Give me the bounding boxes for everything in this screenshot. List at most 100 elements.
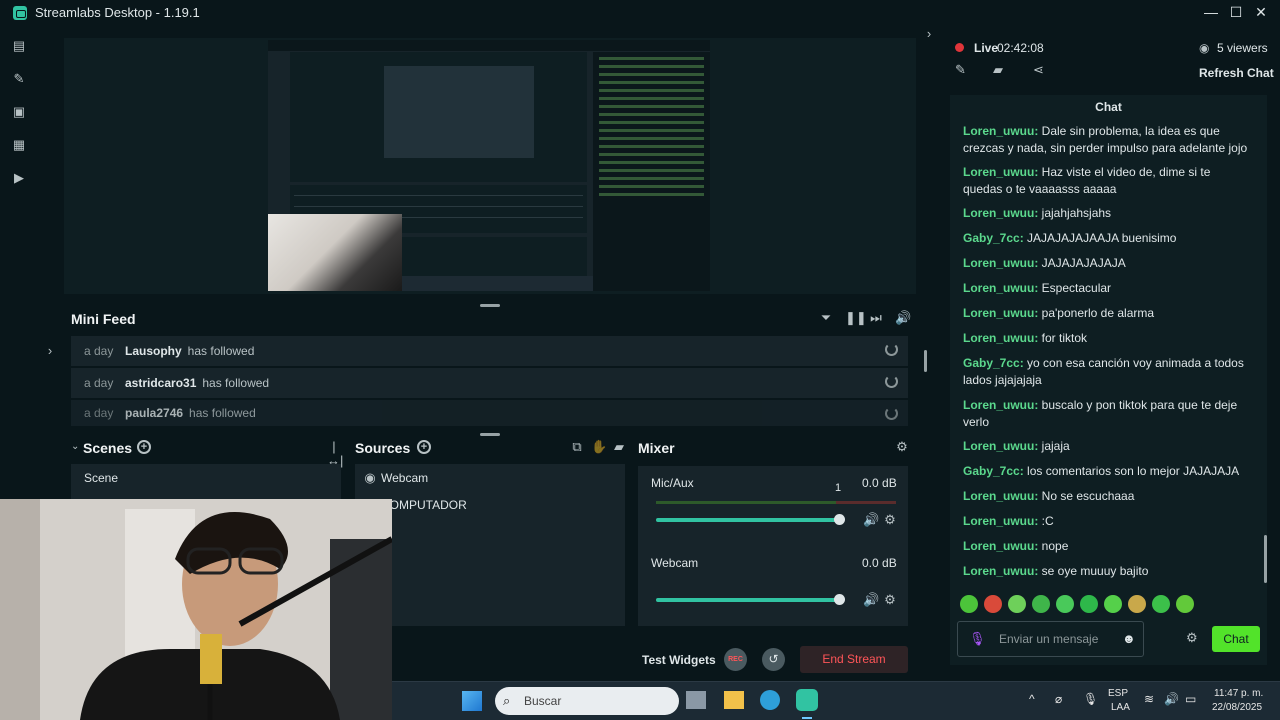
file-explorer-icon[interactable] <box>724 691 744 709</box>
add-scene-icon[interactable]: + <box>137 440 151 454</box>
chat-message: Loren_uwuu: Dale sin problema, la idea e… <box>963 124 1248 155</box>
tray-chevron-icon[interactable]: ^ <box>1029 692 1035 706</box>
mixer-channel-db: 0.0 dB <box>862 556 897 570</box>
language-region[interactable]: LAA <box>1111 702 1130 713</box>
emote-icon[interactable] <box>1128 595 1146 613</box>
chat-input[interactable]: 🎙 Enviar un mensaje ☻ <box>957 621 1144 657</box>
emote-bar <box>960 595 1194 613</box>
windows-start-icon[interactable] <box>462 691 482 711</box>
live-indicator-icon <box>955 43 964 52</box>
store-icon[interactable]: ▣ <box>11 105 27 119</box>
resize-handle[interactable] <box>480 433 500 436</box>
task-view-icon[interactable] <box>686 691 706 709</box>
camera-icon[interactable]: ▰ <box>993 62 1003 78</box>
themes-icon[interactable]: ✎ <box>11 72 27 86</box>
volume-slider[interactable] <box>656 598 840 602</box>
play-icon[interactable]: ▶ <box>11 171 27 185</box>
language-indicator[interactable]: ESP <box>1108 688 1128 699</box>
clock-date[interactable]: 22/08/2025 <box>1212 702 1262 713</box>
emote-icon[interactable] <box>960 595 978 613</box>
resize-handle[interactable] <box>480 304 500 307</box>
minimize-button[interactable]: — <box>1203 4 1219 20</box>
filter-icon[interactable]: ⏷ <box>820 311 832 325</box>
replay-icon[interactable] <box>885 343 898 356</box>
skip-icon[interactable]: ⏭ <box>870 311 882 325</box>
clock-time[interactable]: 11:47 p. m. <box>1214 688 1263 699</box>
chevron-down-icon[interactable]: ⌄ <box>71 440 79 454</box>
chat-message: Loren_uwuu: pa'ponerlo de alarma <box>963 306 1155 320</box>
volume-slider-knob[interactable] <box>834 514 845 525</box>
chat-scrollbar[interactable] <box>1264 535 1267 583</box>
emote-icon[interactable] <box>1080 595 1098 613</box>
volume-slider-knob[interactable] <box>834 594 845 605</box>
windows-taskbar: ⌕ Buscar ^ ⌀ 🎙 ESP LAA ≋ 🔊 ▭ 11:47 p. m.… <box>392 681 1280 720</box>
search-placeholder: Buscar <box>524 694 562 708</box>
scene-item[interactable]: Scene <box>84 471 118 485</box>
collapse-left-icon[interactable]: › <box>45 344 55 358</box>
chat-message: Loren_uwuu: JAJAJAJAJAJA <box>963 256 1126 270</box>
speaker-icon[interactable]: 🔊 <box>863 593 879 607</box>
chat-settings-gear-icon[interactable]: ⚙ <box>1186 630 1198 646</box>
emote-icon[interactable] <box>1104 595 1122 613</box>
mixer-channel-name: Webcam <box>651 556 699 570</box>
source-item[interactable]: COMPUTADOR <box>381 498 467 512</box>
live-status: Live <box>974 41 999 55</box>
collapse-chat-icon[interactable]: › <box>923 27 935 41</box>
replay-icon[interactable] <box>885 407 898 420</box>
emote-icon[interactable] <box>1176 595 1194 613</box>
chat-message: Loren_uwuu: jajahjahsjahs <box>963 206 1112 220</box>
emoji-icon[interactable]: ☻ <box>1122 631 1136 646</box>
mixer-level-marker: 1 <box>835 482 842 494</box>
pause-icon[interactable]: ❚❚ <box>845 311 867 325</box>
mic-tray-icon[interactable]: 🎙 <box>1083 692 1098 706</box>
chat-panel: Chat Loren_uwuu: Dale sin problema, la i… <box>950 95 1267 665</box>
viewer-count: 5 viewers <box>1217 41 1268 55</box>
add-source-icon[interactable]: + <box>417 440 431 454</box>
emote-icon[interactable] <box>1008 595 1026 613</box>
close-button[interactable]: ✕ <box>1253 4 1269 21</box>
stream-preview <box>64 38 916 294</box>
lock-icon[interactable]: ✋ <box>591 440 607 454</box>
emote-icon[interactable] <box>1152 595 1170 613</box>
search-icon: ⌕ <box>503 693 511 708</box>
emote-icon[interactable] <box>984 595 1002 613</box>
gear-icon[interactable]: ⚙ <box>883 513 897 527</box>
speaker-icon[interactable]: 🔊 <box>863 513 879 527</box>
edit-stream-icon[interactable]: ✎ <box>955 62 966 78</box>
taskbar-search[interactable]: ⌕ Buscar <box>495 687 679 715</box>
live-time: 02:42:08 <box>997 41 1044 55</box>
folder-icon[interactable]: ▰ <box>612 440 626 454</box>
network-off-icon[interactable]: ⌀ <box>1055 692 1062 706</box>
wifi-icon[interactable]: ≋ <box>1144 692 1154 706</box>
end-stream-button[interactable]: End Stream <box>800 646 908 673</box>
studio-mode-icon[interactable]: ⧉ <box>570 440 584 454</box>
maximize-button[interactable]: ☐ <box>1228 4 1244 21</box>
layout-icon[interactable]: ▦ <box>11 138 27 152</box>
chat-send-button[interactable]: Chat <box>1212 626 1260 652</box>
battery-icon[interactable]: ▭ <box>1185 692 1196 706</box>
record-button[interactable]: REC <box>724 648 747 671</box>
emote-icon[interactable] <box>1056 595 1074 613</box>
source-item[interactable]: Webcam <box>381 471 428 485</box>
emote-icon[interactable] <box>1032 595 1050 613</box>
mixer-title: Mixer <box>638 440 675 456</box>
chat-message: Loren_uwuu: nope <box>963 539 1069 553</box>
replay-icon[interactable] <box>885 375 898 388</box>
share-icon[interactable]: ⋖ <box>1033 62 1044 78</box>
volume-icon[interactable]: 🔊 <box>895 311 911 325</box>
replay-buffer-icon[interactable]: ↺ <box>762 648 785 671</box>
refresh-chat-button[interactable]: Refresh Chat <box>1199 66 1274 80</box>
volume-slider[interactable] <box>656 518 840 522</box>
streamlabs-logo-icon <box>13 5 27 20</box>
edge-icon[interactable] <box>760 690 780 710</box>
streamlabs-taskbar-icon[interactable] <box>796 689 818 711</box>
editor-icon[interactable]: ▤ <box>11 39 27 53</box>
gear-icon[interactable]: ⚙ <box>883 593 897 607</box>
chat-message: Loren_uwuu: se oye muuuy bajito <box>963 564 1149 578</box>
mixer-channel-db: 0.0 dB <box>862 476 897 490</box>
speaker-tray-icon[interactable]: 🔊 <box>1164 692 1179 706</box>
scrollbar[interactable] <box>924 350 927 372</box>
microphone-icon[interactable]: 🎙 <box>969 631 986 647</box>
webcam-overlay <box>0 499 392 720</box>
gear-icon[interactable]: ⚙ <box>895 440 909 454</box>
